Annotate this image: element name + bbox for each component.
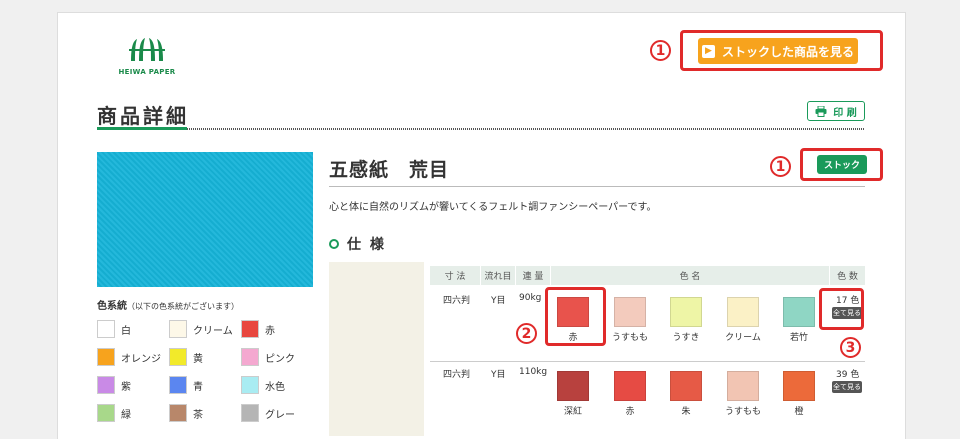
color-system-item[interactable]: 黄	[169, 348, 203, 366]
color-system-label: 黄	[193, 353, 203, 365]
title-divider	[97, 128, 865, 130]
color-system-swatch	[169, 320, 187, 338]
cell-weight: 110kg	[519, 367, 548, 377]
color-system-item[interactable]: 茶	[169, 404, 203, 422]
color-system-swatch	[241, 404, 259, 422]
header-size: 寸 法	[430, 266, 480, 285]
header-grain: 流れ目	[481, 266, 515, 285]
cell-color-count: 39 色	[836, 370, 860, 380]
view-stocked-products-button[interactable]: ▶ ストックした商品を見る	[698, 38, 858, 64]
color-swatch[interactable]	[557, 371, 589, 401]
print-button[interactable]: 印 刷	[807, 101, 865, 121]
color-swatch[interactable]	[670, 297, 702, 327]
color-system-swatch	[97, 376, 115, 394]
color-system-swatch	[241, 376, 259, 394]
header-color-count: 色 数	[830, 266, 865, 285]
view-all-colors-button[interactable]: 全て見る	[832, 381, 862, 393]
cell-size: 四六判	[443, 296, 471, 306]
color-swatch-label: うすき	[672, 333, 700, 343]
color-system-swatch	[97, 348, 115, 366]
color-swatch[interactable]	[783, 297, 815, 327]
color-system-swatch	[241, 320, 259, 338]
row-divider	[430, 361, 865, 362]
color-swatch-label: 赤	[625, 407, 635, 417]
color-system-label: 白	[121, 325, 131, 337]
color-system-swatch	[97, 404, 115, 422]
color-swatch-label: うすもも	[724, 407, 761, 417]
title-accent	[97, 127, 187, 130]
highlight-red-swatch	[545, 287, 606, 346]
color-system-label: 緑	[121, 409, 131, 421]
color-system-label: ピンク	[265, 353, 295, 365]
color-system-label: 水色	[265, 381, 285, 393]
cell-weight: 90kg	[519, 293, 542, 303]
color-system-item[interactable]: クリーム	[169, 320, 233, 338]
callout-1-header: 1	[650, 40, 671, 61]
logo-mark-icon	[129, 38, 165, 61]
color-system-swatch	[169, 376, 187, 394]
color-system-label: オレンジ	[121, 353, 161, 365]
callout-1-product: 1	[770, 156, 791, 177]
product-description: 心と体に自然のリズムが響いてくるフェルト調ファンシーペーパーです。	[329, 202, 657, 213]
color-system-item[interactable]: 赤	[241, 320, 275, 338]
product-name: 五感紙 荒目	[329, 159, 450, 181]
color-system-item[interactable]: 白	[97, 320, 131, 338]
color-swatch[interactable]	[614, 297, 646, 327]
highlight-color-count	[819, 288, 864, 330]
color-system-title: 色系統（以下の色系統がございます）	[97, 301, 239, 312]
product-divider	[329, 186, 865, 187]
printer-icon	[815, 105, 827, 117]
color-system-swatch	[169, 404, 187, 422]
color-swatch[interactable]	[727, 297, 759, 327]
chevron-right-icon: ▶	[701, 44, 715, 58]
color-system-label: 紫	[121, 381, 131, 393]
cell-grain: Y目	[491, 370, 506, 380]
spec-side-panel	[329, 262, 424, 436]
color-system-item[interactable]: 水色	[241, 376, 285, 394]
color-swatch[interactable]	[614, 371, 646, 401]
color-swatch-label: 朱	[681, 407, 691, 417]
color-system-swatch	[241, 348, 259, 366]
heiwa-paper-logo[interactable]: HEIWA PAPER	[117, 37, 177, 76]
product-image	[97, 152, 313, 287]
color-swatch-label: うすもも	[611, 333, 648, 343]
color-swatch[interactable]	[727, 371, 759, 401]
spec-title: 仕 様	[329, 234, 386, 254]
logo-text: HEIWA PAPER	[118, 68, 176, 76]
header-weight: 連 量	[516, 266, 550, 285]
color-system-item[interactable]: ピンク	[241, 348, 295, 366]
color-swatch-label: 若竹	[789, 333, 808, 343]
color-swatch[interactable]	[670, 371, 702, 401]
stock-button[interactable]: ストック	[817, 155, 867, 174]
print-label: 印 刷	[833, 107, 857, 119]
color-swatch[interactable]	[783, 371, 815, 401]
page-title: 商品詳細	[97, 104, 189, 128]
color-system-item[interactable]: オレンジ	[97, 348, 161, 366]
cell-size: 四六判	[443, 370, 471, 380]
color-system-label: 赤	[265, 325, 275, 337]
circle-icon	[329, 239, 339, 249]
color-system-item[interactable]: 緑	[97, 404, 131, 422]
color-system-label: グレー	[265, 409, 295, 421]
color-system-swatch	[169, 348, 187, 366]
color-system-item[interactable]: グレー	[241, 404, 295, 422]
color-system-item[interactable]: 紫	[97, 376, 131, 394]
cell-grain: Y目	[491, 296, 506, 306]
color-system-label: 青	[193, 381, 203, 393]
color-swatch-label: 深紅	[563, 407, 582, 417]
color-swatch-label: クリーム	[725, 333, 761, 343]
color-system-swatch	[97, 320, 115, 338]
color-system-label: クリーム	[193, 325, 233, 337]
view-stocked-products-label: ストックした商品を見る	[721, 44, 854, 59]
callout-3: 3	[840, 337, 861, 358]
header-color-name: 色 名	[551, 266, 829, 285]
color-swatch-label: 橙	[794, 407, 804, 417]
color-system-label: 茶	[193, 409, 203, 421]
callout-2: 2	[516, 323, 537, 344]
color-system-item[interactable]: 青	[169, 376, 203, 394]
